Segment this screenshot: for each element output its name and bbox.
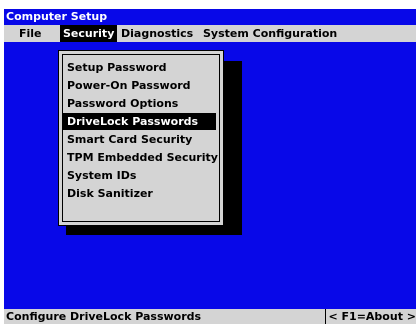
menu-item-system-ids[interactable]: System IDs [62, 167, 216, 184]
security-dropdown: Setup Password Power-On Password Passwor… [58, 50, 224, 226]
window-title: Computer Setup [4, 9, 416, 25]
status-bar: Configure DriveLock Passwords < F1=About… [4, 309, 416, 324]
menu-item-power-on-password[interactable]: Power-On Password [62, 77, 216, 94]
bios-screen: Computer Setup File Security Diagnostics… [4, 9, 416, 324]
menu-security[interactable]: Security [60, 25, 118, 42]
menu-item-drivelock-passwords[interactable]: DriveLock Passwords [62, 113, 216, 130]
menu-file[interactable]: File [16, 25, 45, 42]
help-hint: < F1=About > [325, 309, 416, 324]
menu-system-configuration[interactable]: System Configuration [200, 25, 340, 42]
menu-item-tpm-embedded-security[interactable]: TPM Embedded Security [62, 149, 218, 166]
menu-bar: File Security Diagnostics System Configu… [4, 25, 416, 42]
menu-diagnostics[interactable]: Diagnostics [118, 25, 196, 42]
menu-item-smart-card-security[interactable]: Smart Card Security [62, 131, 216, 148]
menu-item-disk-sanitizer[interactable]: Disk Sanitizer [62, 185, 216, 202]
menu-item-password-options[interactable]: Password Options [62, 95, 216, 112]
menu-item-setup-password[interactable]: Setup Password [62, 59, 216, 76]
status-description: Configure DriveLock Passwords [6, 310, 202, 323]
